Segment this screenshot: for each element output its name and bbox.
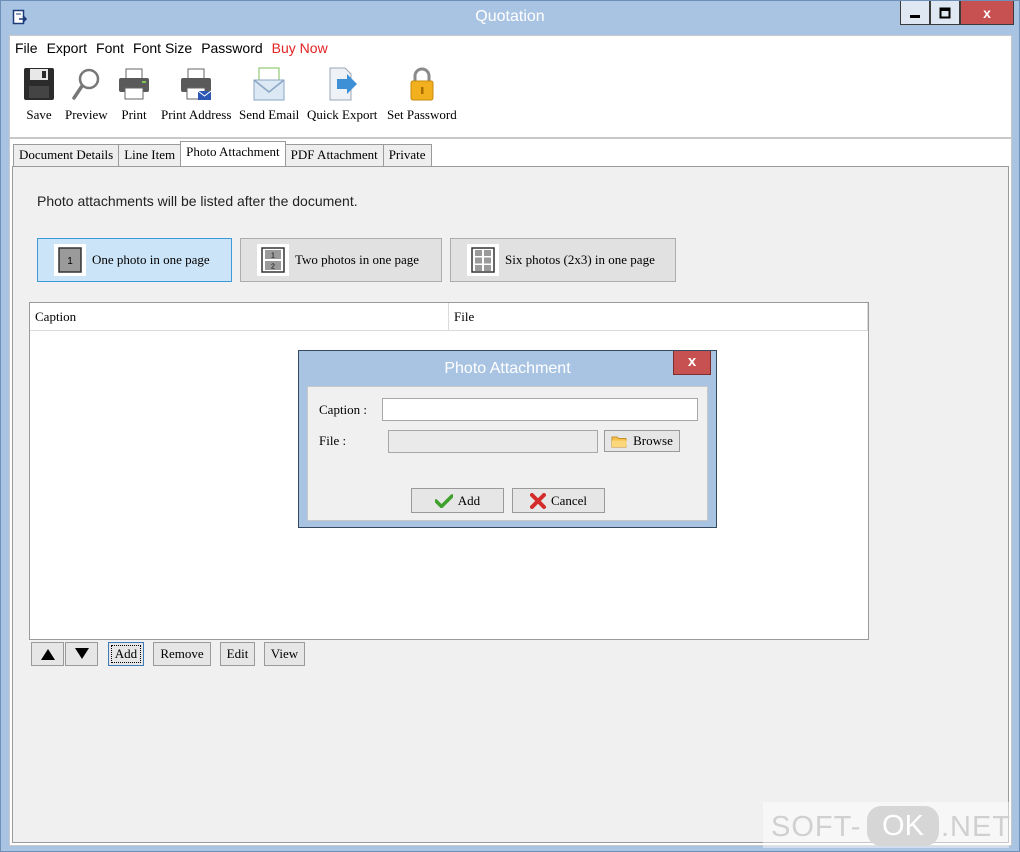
- tab-strip: Document Details Line Item Photo Attachm…: [13, 141, 432, 166]
- view-button[interactable]: View: [264, 642, 305, 666]
- column-header-caption[interactable]: Caption: [30, 303, 449, 331]
- move-up-button[interactable]: [31, 642, 64, 666]
- send-email-label: Send Email: [239, 107, 300, 122]
- watermark-left: SOFT-: [771, 811, 862, 843]
- dialog-add-button[interactable]: Add: [411, 488, 504, 513]
- menu-font-size[interactable]: Font Size: [133, 40, 192, 56]
- file-path-field: [388, 430, 598, 453]
- move-down-button[interactable]: [65, 642, 98, 666]
- six-photo-layout-label: Six photos (2x3) in one page: [505, 252, 655, 267]
- maximize-icon: [939, 7, 951, 18]
- caption-input[interactable]: [382, 398, 698, 421]
- quick-export-label: Quick Export: [307, 107, 378, 122]
- six-photo-layout-icon: [467, 244, 499, 276]
- dialog-add-label: Add: [457, 492, 481, 508]
- browse-button[interactable]: Browse: [604, 430, 680, 452]
- file-label: File :: [319, 433, 347, 448]
- folder-icon: [611, 436, 628, 447]
- set-password-label: Set Password: [387, 107, 457, 122]
- watermark: SOFT- OK .NET: [763, 802, 1012, 848]
- tab-line-item[interactable]: Line Item: [118, 144, 182, 166]
- info-text: Photo attachments will be listed after t…: [37, 193, 358, 209]
- printer-icon: [119, 68, 149, 100]
- window-title: Quotation: [475, 8, 545, 25]
- two-photo-layout-icon: 1 2: [257, 244, 289, 276]
- dialog-close-button[interactable]: x: [673, 351, 711, 375]
- photo-attachment-dialog: Photo Attachment x Caption : File : Brow…: [298, 350, 717, 528]
- one-photo-layout-label: One photo in one page: [92, 252, 210, 267]
- tab-pdf-attachment[interactable]: PDF Attachment: [284, 144, 384, 166]
- one-photo-layout-button[interactable]: 1 One photo in one page: [37, 238, 232, 282]
- dialog-body: Caption : File : Browse Add Cancel: [307, 386, 708, 521]
- lock-icon: [410, 67, 434, 101]
- print-address-button[interactable]: Print Address: [161, 66, 231, 123]
- close-button[interactable]: x: [960, 1, 1014, 25]
- edit-button[interactable]: Edit: [220, 642, 255, 666]
- browse-label: Browse: [633, 433, 673, 448]
- save-label: Save: [26, 107, 52, 122]
- two-photo-layout-label: Two photos in one page: [295, 252, 420, 267]
- caption-label: Caption :: [319, 402, 368, 417]
- save-icon: [24, 68, 54, 100]
- tab-photo-attachment[interactable]: Photo Attachment: [180, 141, 286, 166]
- send-email-button[interactable]: Send Email: [239, 66, 299, 123]
- maximize-button[interactable]: [930, 1, 960, 25]
- svg-text:2: 2: [271, 264, 275, 271]
- close-icon: x: [983, 4, 991, 21]
- red-x-icon: [529, 492, 546, 509]
- minimize-icon: [910, 14, 920, 18]
- watermark-pill: OK: [867, 806, 939, 846]
- dialog-cancel-button[interactable]: Cancel: [512, 488, 605, 513]
- arrow-down-icon: [74, 648, 89, 659]
- watermark-right: .NET: [941, 811, 1012, 843]
- preview-label: Preview: [65, 107, 108, 122]
- quick-export-button[interactable]: Quick Export: [307, 66, 377, 123]
- two-photo-layout-button[interactable]: 1 2 Two photos in one page: [240, 238, 442, 282]
- print-button[interactable]: Print: [117, 66, 151, 123]
- dialog-cancel-label: Cancel: [550, 492, 588, 508]
- svg-text:1: 1: [67, 256, 73, 267]
- tab-private[interactable]: Private: [382, 144, 432, 166]
- checkmark-icon: [434, 493, 453, 508]
- menu-export[interactable]: Export: [47, 40, 87, 56]
- menu-buy-now[interactable]: Buy Now: [272, 40, 328, 56]
- magnifier-icon: [72, 68, 100, 100]
- menu-font[interactable]: Font: [96, 40, 124, 56]
- minimize-button[interactable]: [900, 1, 930, 25]
- one-photo-layout-icon: 1: [54, 244, 86, 276]
- preview-button[interactable]: Preview: [65, 66, 108, 123]
- menu-password[interactable]: Password: [201, 40, 262, 56]
- svg-text:1: 1: [271, 253, 275, 260]
- menu-bar: File Export Font Font Size Password Buy …: [9, 35, 1012, 59]
- tab-document-details[interactable]: Document Details: [13, 144, 120, 166]
- email-icon: [253, 67, 285, 101]
- set-password-button[interactable]: Set Password: [387, 66, 457, 123]
- menu-file[interactable]: File: [15, 40, 38, 56]
- arrow-up-icon: [40, 649, 55, 660]
- title-bar[interactable]: Quotation x: [1, 1, 1019, 35]
- table-header: Caption File: [30, 303, 868, 331]
- column-header-file[interactable]: File: [449, 303, 868, 331]
- print-address-label: Print Address: [161, 107, 232, 122]
- close-icon: x: [687, 353, 697, 370]
- six-photo-layout-button[interactable]: Six photos (2x3) in one page: [450, 238, 676, 282]
- dialog-title: Photo Attachment: [444, 360, 571, 377]
- export-icon: [329, 67, 358, 101]
- toolbar: Save Preview Print Print Address Send Em…: [9, 58, 1012, 138]
- print-address-icon: [181, 68, 212, 100]
- main-window: Quotation x File Export Font Font Size P…: [0, 0, 1020, 852]
- remove-button[interactable]: Remove: [153, 642, 211, 666]
- save-button[interactable]: Save: [22, 66, 56, 123]
- add-button[interactable]: Add: [108, 642, 144, 666]
- print-label: Print: [121, 107, 147, 122]
